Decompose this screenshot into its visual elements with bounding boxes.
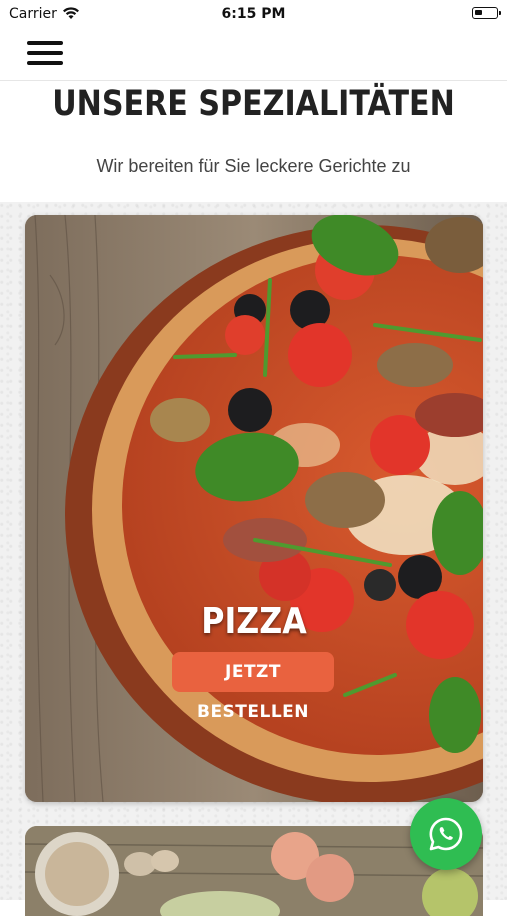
order-now-button[interactable]: JETZT BESTELLEN (172, 652, 334, 722)
hamburger-menu-icon[interactable] (27, 38, 63, 68)
battery-icon (472, 7, 501, 19)
clock: 6:15 PM (221, 6, 286, 22)
whatsapp-icon (429, 817, 463, 851)
card-title: PIZZA (201, 601, 307, 642)
page-title: UNSERE SPEZIALITÄTEN (52, 84, 455, 124)
status-bar: Carrier 6:15 PM (0, 0, 507, 28)
whatsapp-button[interactable] (410, 798, 482, 870)
page-subtitle: Wir bereiten für Sie leckere Gerichte zu (96, 156, 411, 176)
specialty-card-pizza[interactable]: PIZZA JETZT BESTELLEN (25, 215, 483, 802)
nav-bar (0, 28, 507, 81)
